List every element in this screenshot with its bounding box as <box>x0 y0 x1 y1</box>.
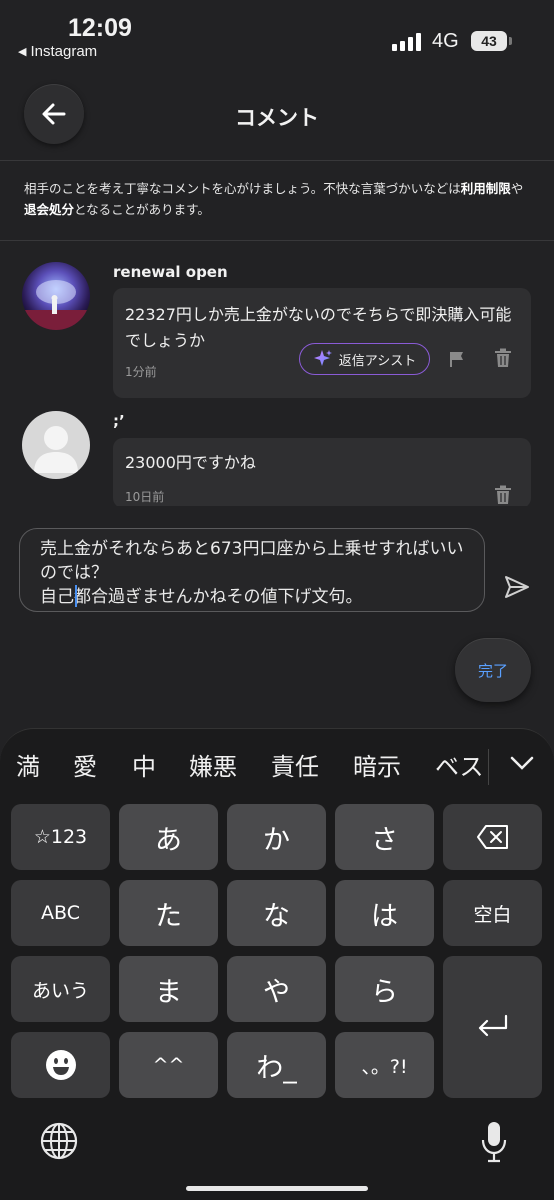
comment-bubble: 22327円しか売上金がないのでそちらで即決購入可能でしょうか 1分前 返信アシ… <box>113 288 531 398</box>
suggestion-item[interactable]: 中 <box>132 747 156 782</box>
suggestion-item[interactable]: 満 <box>16 747 40 782</box>
avatar[interactable] <box>22 411 90 479</box>
key-wa[interactable]: わ_ <box>227 1032 326 1098</box>
back-app-label: Instagram <box>30 43 98 60</box>
emoji-icon <box>45 1050 76 1080</box>
suggestion-item[interactable]: 嫌悪 <box>189 747 237 782</box>
chevron-down-icon[interactable] <box>510 755 534 771</box>
return-button[interactable] <box>443 956 542 1098</box>
globe-icon[interactable] <box>40 1122 78 1160</box>
suggestion-item[interactable]: ベス <box>435 747 483 782</box>
suggestion-item[interactable]: 責任 <box>271 747 319 782</box>
back-to-app-link[interactable]: ◀ Instagram <box>18 43 97 60</box>
reply-assist-button[interactable]: 返信アシスト <box>299 343 430 375</box>
key-dakuten[interactable]: ^^ <box>119 1032 218 1098</box>
page-title: コメント <box>235 106 319 130</box>
comment-input-text[interactable]: 売上金がそれならあと673円口座から上乗せすればいいのでは？ 自己都合過ぎません… <box>40 537 480 609</box>
usage-restriction-text: 利用制限 <box>460 181 511 196</box>
done-button[interactable]: 完了 <box>455 638 531 702</box>
backspace-icon <box>476 825 508 849</box>
default-user-icon <box>34 426 78 473</box>
microphone-icon[interactable] <box>481 1120 507 1164</box>
sparkle-icon <box>313 350 332 366</box>
reply-assist-label: 返信アシスト <box>338 353 417 369</box>
comment-input[interactable]: 売上金がそれならあと673円口座から上乗せすればいいのでは？ 自己都合過ぎません… <box>19 528 485 612</box>
status-bar: 12:09 ◀ Instagram 4G 43 <box>0 0 554 70</box>
backspace-button[interactable] <box>443 804 542 870</box>
key-space[interactable]: 空白 <box>443 880 542 946</box>
key-ha[interactable]: は <box>335 880 434 946</box>
comment-text: 23000円ですかね <box>125 453 256 472</box>
comment-username[interactable]: ;’ <box>113 412 125 430</box>
report-flag-icon[interactable] <box>448 350 466 368</box>
battery-icon: 43 <box>471 31 507 51</box>
key-ra[interactable]: ら <box>335 956 434 1022</box>
emoji-button[interactable] <box>11 1032 110 1098</box>
signal-icon <box>392 33 421 51</box>
key-abc[interactable]: ABC <box>11 880 110 946</box>
avatar-artwork-icon <box>22 262 90 330</box>
comment-time: 1分前 <box>125 365 157 379</box>
notice-divider <box>0 240 554 241</box>
list-clip <box>0 506 554 524</box>
key-a[interactable]: あ <box>119 804 218 870</box>
header-divider <box>0 160 554 161</box>
comment-username[interactable]: renewal open <box>113 263 228 281</box>
comment-guideline-notice: 相手のことを考え丁寧なコメントを心がけましょう。不快な言葉づかいなどは利用制限や… <box>24 181 524 217</box>
suggestion-item[interactable]: 愛 <box>73 747 97 782</box>
comment-time: 10日前 <box>125 490 165 504</box>
key-sa[interactable]: さ <box>335 804 434 870</box>
suggestion-item[interactable]: 暗示 <box>353 747 401 782</box>
avatar[interactable] <box>22 262 90 330</box>
delete-trash-icon[interactable] <box>494 348 512 368</box>
key-ta[interactable]: た <box>119 880 218 946</box>
network-type: 4G <box>432 30 459 52</box>
key-na[interactable]: な <box>227 880 326 946</box>
suggestion-divider <box>488 749 489 785</box>
delete-trash-icon[interactable] <box>494 485 512 505</box>
key-ka[interactable]: か <box>227 804 326 870</box>
key-numbers[interactable]: ☆123 <box>11 804 110 870</box>
key-ma[interactable]: ま <box>119 956 218 1022</box>
text-cursor <box>75 585 77 607</box>
return-icon <box>478 1014 507 1037</box>
header: コメント <box>0 80 554 160</box>
back-triangle-icon: ◀ <box>18 46 27 58</box>
suggestion-bar: 満 愛 中 嫌悪 責任 暗示 ベス <box>0 747 554 787</box>
status-time: 12:09 <box>68 14 132 42</box>
home-indicator <box>186 1186 368 1191</box>
key-ya[interactable]: や <box>227 956 326 1022</box>
key-punctuation[interactable]: 、。?! <box>335 1032 434 1098</box>
send-icon[interactable] <box>504 575 530 599</box>
comment-bubble: 23000円ですかね 10日前 <box>113 438 531 508</box>
account-removal-text: 退会処分 <box>24 202 75 217</box>
key-kana[interactable]: あいう <box>11 956 110 1022</box>
battery-tip <box>509 37 512 45</box>
